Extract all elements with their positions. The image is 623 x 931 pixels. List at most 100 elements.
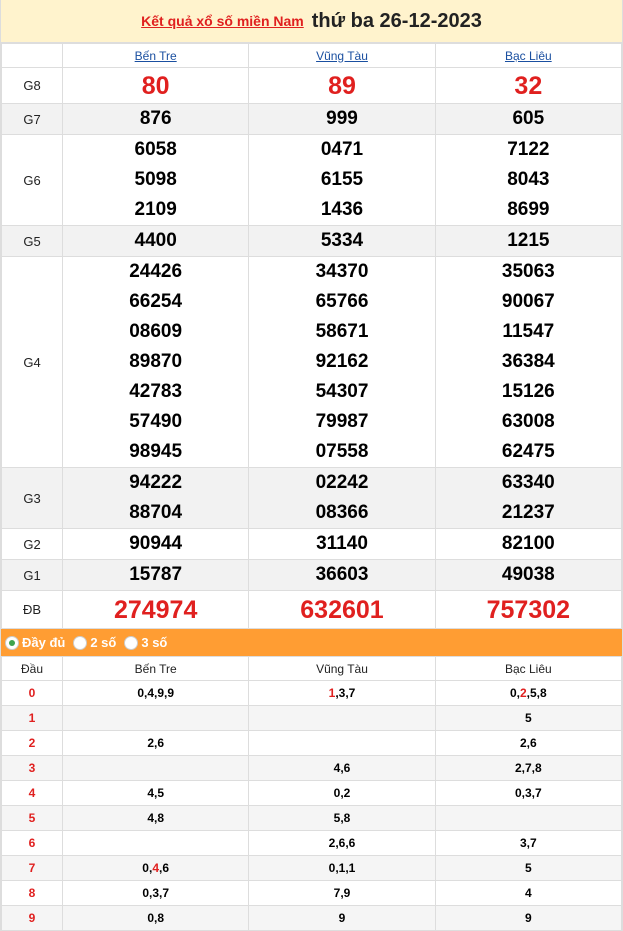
loto-row: 15 <box>1 705 623 731</box>
head-digit: 3 <box>1 755 63 781</box>
prize-number: 1436 <box>320 199 364 220</box>
loto-tails: 5 <box>434 705 623 731</box>
prize-number: 79987 <box>315 411 369 432</box>
tail-text: 5,8 <box>333 811 351 825</box>
prize-number: 02242 <box>315 472 369 493</box>
province-header: Vũng Tàu <box>248 43 436 68</box>
prize-label: G6 <box>1 134 63 226</box>
draw-date: thứ ba 26-12-2023 <box>311 9 482 32</box>
radio-selected-icon[interactable] <box>5 635 19 650</box>
loto-row: 9 0,8 9 9 <box>1 905 623 931</box>
loto-tails: 4,5 <box>61 780 250 806</box>
province-column-label: Bạc Liêu <box>434 656 623 681</box>
tail-text: 0,1,1 <box>328 861 356 875</box>
radio-icon[interactable] <box>124 635 139 650</box>
loto-tails: 2,6 <box>61 730 250 756</box>
prize-number: 5334 <box>320 230 364 251</box>
prize-number: 757302 <box>486 595 571 624</box>
head-digit: 9 <box>1 905 63 931</box>
prize-label: G4 <box>1 256 63 468</box>
prize-number: 82100 <box>501 533 555 554</box>
tail-text: 2,7,8 <box>514 761 542 775</box>
tail-text: ,3,7 <box>335 686 356 700</box>
prize-number: 89 <box>328 71 356 100</box>
prize-number: 35063 <box>501 261 555 282</box>
prize-number: 4400 <box>134 230 177 251</box>
province-link[interactable]: Vũng Tàu <box>316 49 368 63</box>
prize-row: G2 90944 31140 82100 <box>1 528 623 560</box>
tail-text: ,5,8 <box>526 686 547 700</box>
prize-cell: 32 <box>434 67 623 104</box>
prize-number: 632601 <box>300 595 384 624</box>
loto-tails: 9 <box>434 905 623 931</box>
prize-row: G3 94222 88704 02242 08366 63340 21237 <box>1 467 623 529</box>
loto-tails: 7,9 <box>248 880 436 906</box>
loto-tails: 0,8 <box>61 905 250 931</box>
province-header: Bến Tre <box>61 43 250 68</box>
prize-number: 98945 <box>129 441 183 462</box>
prize-number: 999 <box>326 108 358 129</box>
prize-number: 11547 <box>502 321 555 342</box>
prize-cell: 80 <box>61 67 250 104</box>
prize-number: 15787 <box>129 564 183 585</box>
loto-row: 4 4,5 0,2 0,3,7 <box>1 780 623 806</box>
option-3-digits[interactable]: 3 số <box>124 635 167 650</box>
prize-cell: 35063 90067 11547 36384 15126 63008 62475 <box>434 256 623 468</box>
tail-text: 3,7 <box>519 836 537 850</box>
loto-row: 8 0,3,7 7,9 4 <box>1 880 623 906</box>
prize-number: 63340 <box>501 472 555 493</box>
prize-row: ĐB 274974 632601 757302 <box>1 590 623 629</box>
tail-text: 4 <box>524 886 532 900</box>
region-results-link[interactable]: Kết quả xổ số miền Nam <box>141 13 304 29</box>
prize-cell: 36603 <box>248 559 436 591</box>
head-digit: 8 <box>1 880 63 906</box>
loto-tails: 2,7,8 <box>434 755 623 781</box>
loto-tails: 3,7 <box>434 830 623 856</box>
prize-cell: 63340 21237 <box>434 467 623 529</box>
loto-row: 5 4,8 5,8 <box>1 805 623 831</box>
loto-tails <box>61 705 250 731</box>
tail-text: 0, <box>142 861 153 875</box>
prize-number: 90944 <box>129 533 183 554</box>
prize-number: 605 <box>512 108 545 129</box>
prize-cell: 5334 <box>248 225 436 257</box>
loto-tails: 0,2,5,8 <box>434 680 623 706</box>
tail-highlight: 4 <box>152 861 159 875</box>
loto-tails: 0,4,6 <box>61 855 250 881</box>
prize-label: G1 <box>1 559 63 591</box>
province-link[interactable]: Bạc Liêu <box>505 49 552 63</box>
prize-cell: 1215 <box>434 225 623 257</box>
prize-number: 15126 <box>501 381 555 402</box>
loto-tails: 0,1,1 <box>248 855 436 881</box>
province-link[interactable]: Bến Tre <box>135 49 177 63</box>
tail-text: 7,9 <box>333 886 351 900</box>
option-full[interactable]: Đầy đủ <box>5 635 65 650</box>
loto-head-table: Đầu Bến Tre Vũng Tàu Bạc Liêu 0 0,4,9,9 1,… <box>1 656 623 931</box>
prize-cell: 999 <box>248 103 436 135</box>
prize-number: 6058 <box>134 139 177 160</box>
prize-row: G6 6058 5098 2109 0471 6155 1436 7122 8043 8699 <box>1 134 623 226</box>
prize-row: G4 24426 66254 08609 89870 42783 57490 98945 343… <box>1 256 623 468</box>
loto-tails: 4,6 <box>248 755 436 781</box>
province-column-label: Bến Tre <box>61 656 250 681</box>
loto-tails: 1,3,7 <box>248 680 436 706</box>
loto-tails: 5 <box>434 855 623 881</box>
radio-icon[interactable] <box>73 635 88 650</box>
prize-number: 8699 <box>507 199 550 220</box>
prize-number: 36384 <box>501 351 555 372</box>
loto-tails: 9 <box>248 905 436 931</box>
head-digit: 0 <box>1 680 63 706</box>
province-header: Bạc Liêu <box>434 43 623 68</box>
prize-label: G8 <box>1 67 63 104</box>
head-digit: 5 <box>1 805 63 831</box>
prize-number: 24426 <box>129 261 183 282</box>
prize-cell: 89 <box>248 67 436 104</box>
prize-number: 32 <box>514 71 543 100</box>
tail-text: 9 <box>524 911 532 925</box>
prize-cell: 24426 66254 08609 89870 42783 57490 98945 <box>61 256 250 468</box>
prize-number: 62475 <box>501 441 555 462</box>
head-digit: 6 <box>1 830 63 856</box>
prize-number: 88704 <box>129 502 183 523</box>
loto-tails <box>61 830 250 856</box>
option-2-digits[interactable]: 2 số <box>73 635 116 650</box>
